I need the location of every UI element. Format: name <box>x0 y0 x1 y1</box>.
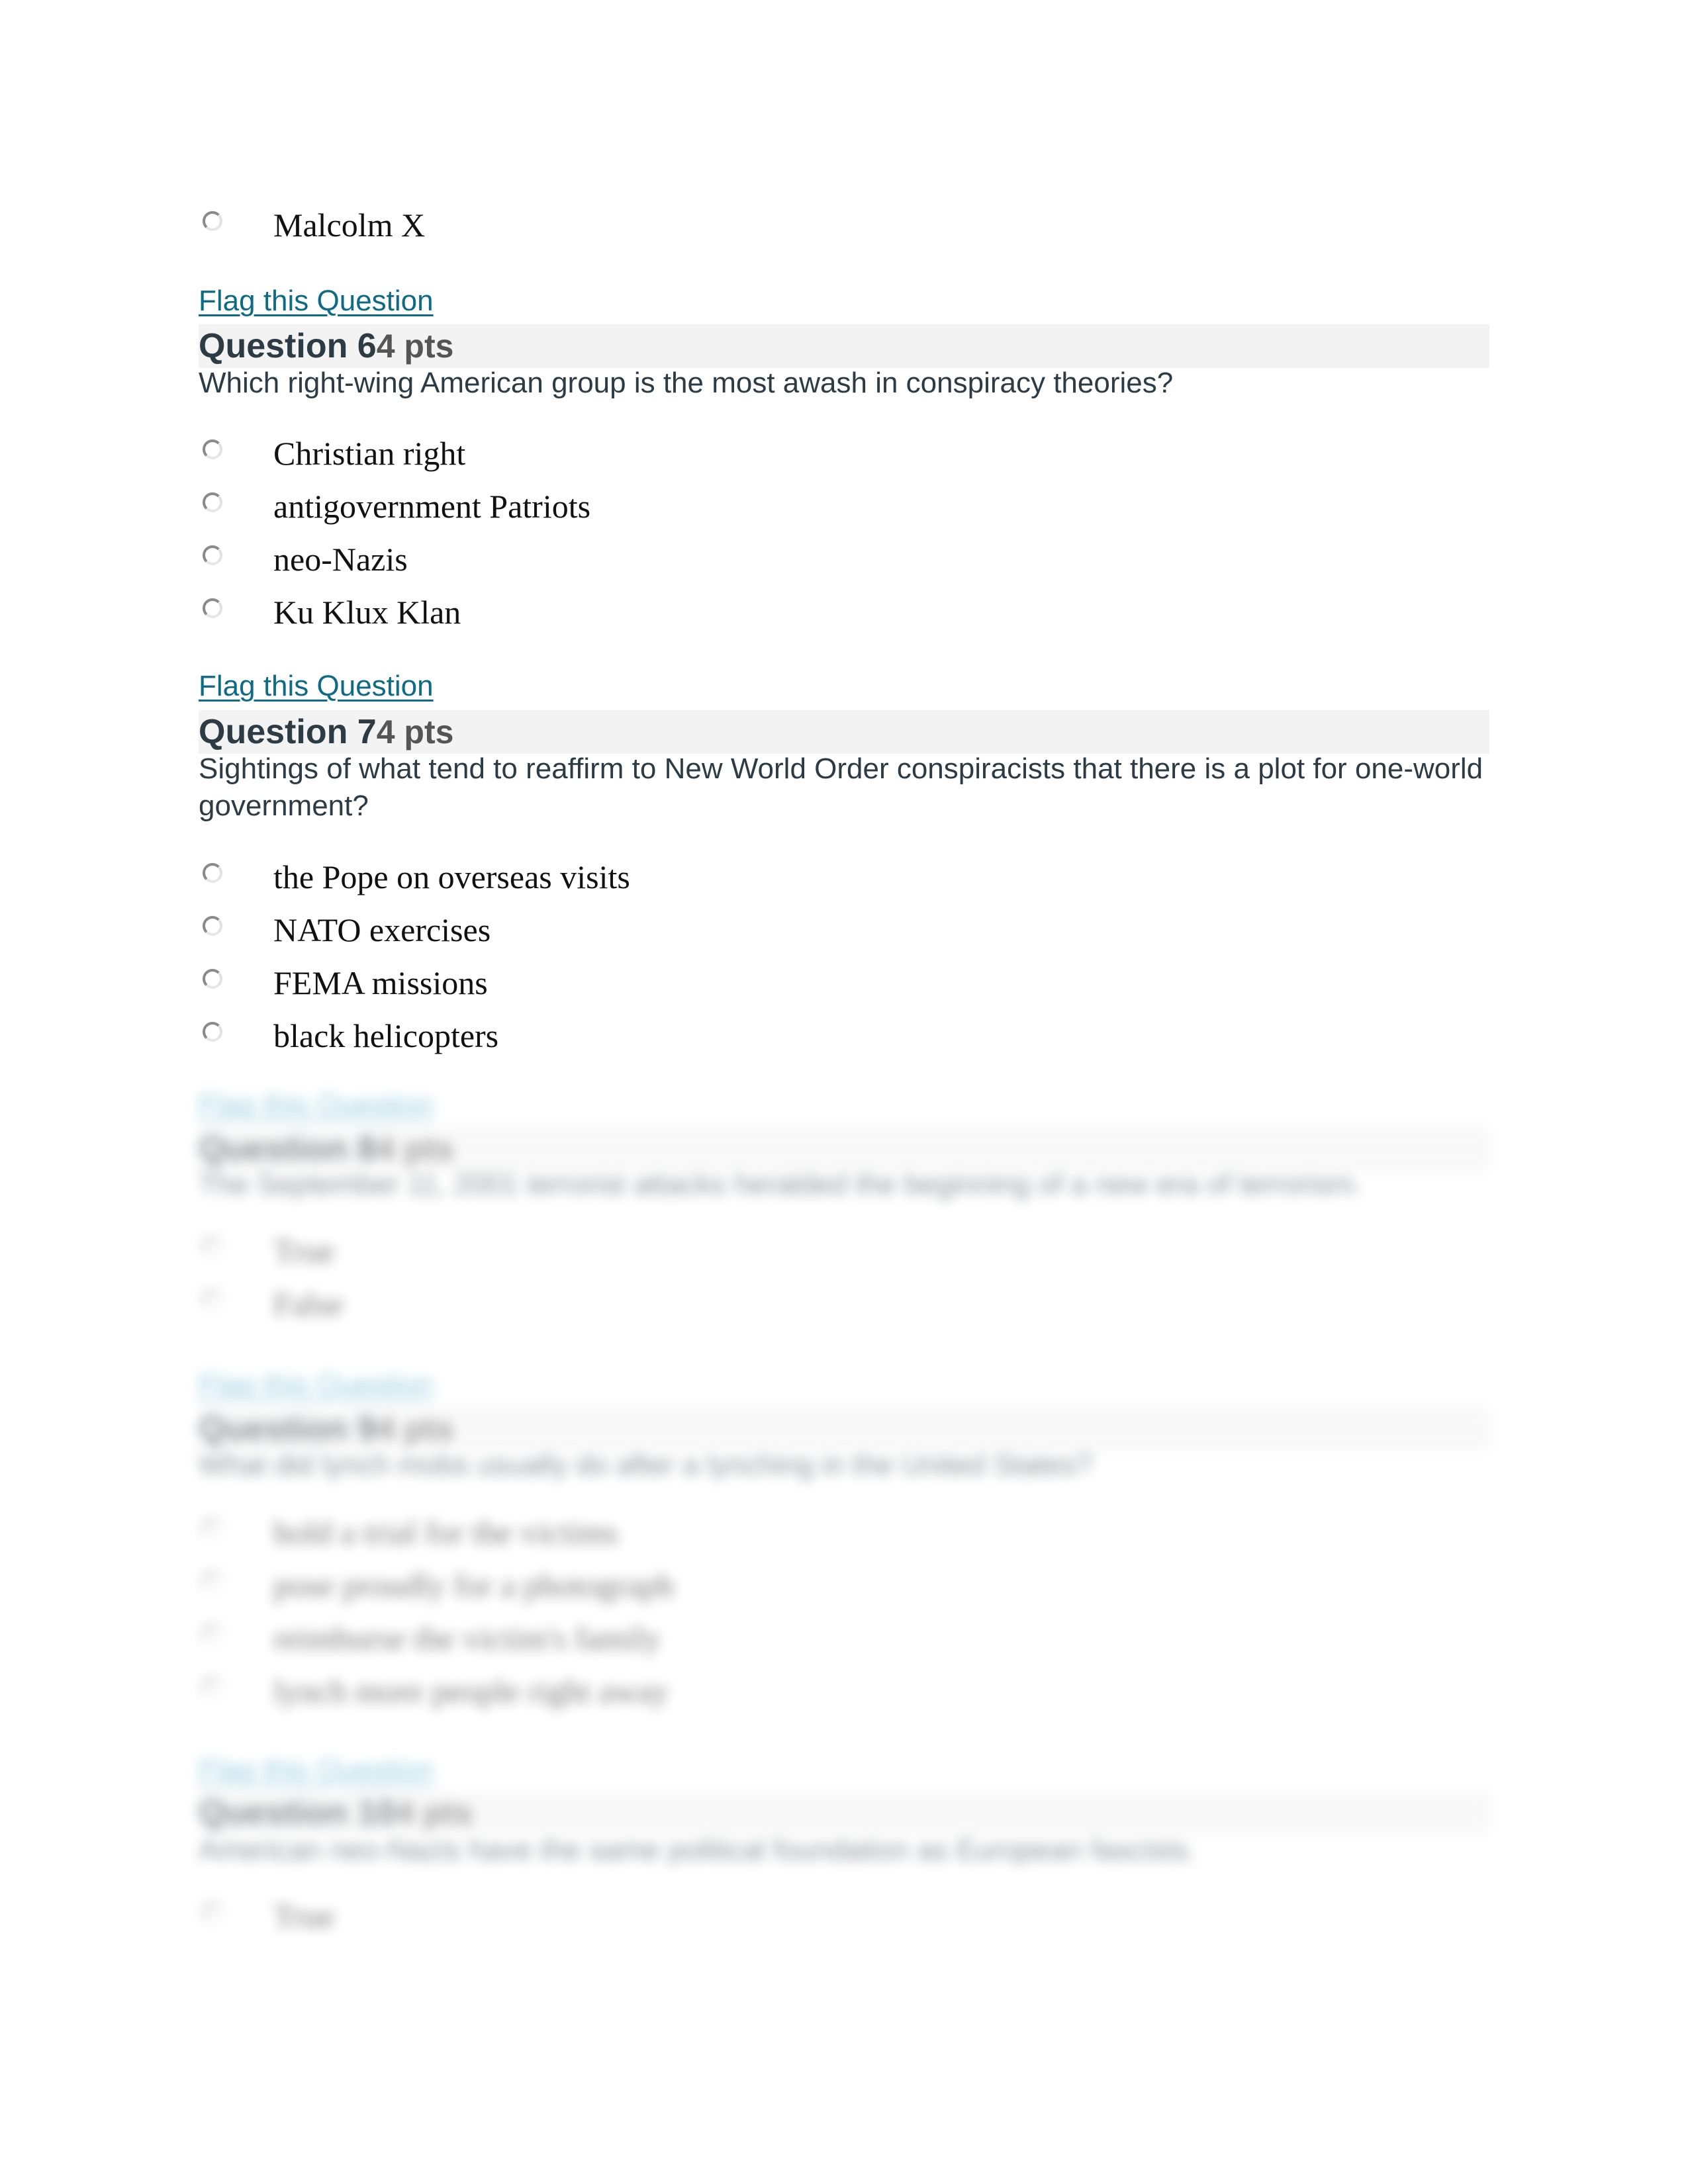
answer-option-label: NATO exercises <box>273 911 491 948</box>
answer-option[interactable]: Christian right <box>199 430 465 477</box>
radio-button-icon[interactable] <box>203 439 222 459</box>
radio-button-icon[interactable] <box>203 545 222 565</box>
answer-option-label: False <box>273 1285 344 1322</box>
answer-option-label: neo-Nazis <box>273 541 408 578</box>
answer-option[interactable]: antigovernment Patriots <box>199 483 590 529</box>
radio-button-icon[interactable] <box>203 1518 222 1538</box>
answer-option-label: pose proudly for a photograph <box>273 1567 675 1604</box>
question-title: Question 8 <box>199 1130 377 1168</box>
radio-button-icon[interactable] <box>203 1237 222 1257</box>
answer-option[interactable]: Ku Klux Klan <box>199 589 461 635</box>
flag-question-link[interactable]: Flag this Question <box>199 1089 434 1122</box>
radio-button-icon[interactable] <box>203 863 222 883</box>
answer-option-label: lynch more people right away <box>273 1672 669 1709</box>
question-text: American neo-Nazis have the same politic… <box>199 1834 1196 1866</box>
answer-option-label: Malcolm X <box>273 206 426 244</box>
answer-option[interactable]: pose proudly for a photograph <box>199 1562 674 1608</box>
question-text: Sightings of what tend to reaffirm to Ne… <box>199 752 1483 822</box>
flag-question-link[interactable]: Flag this Question <box>199 1754 434 1787</box>
radio-button-icon[interactable] <box>203 1571 222 1591</box>
answer-option-label: reimburse the victim's family <box>273 1619 661 1657</box>
radio-button-icon[interactable] <box>203 1290 222 1310</box>
question-header: Question 74 pts <box>199 710 1489 754</box>
answer-option-label: Christian right <box>273 435 466 472</box>
question-text: Which right-wing American group is the m… <box>199 367 1174 399</box>
answer-option[interactable]: reimburse the victim's family <box>199 1615 661 1661</box>
answer-option[interactable]: False <box>199 1281 344 1327</box>
question-points: 4 pts <box>376 328 454 365</box>
answer-option[interactable]: hold a trial for the victims <box>199 1509 618 1555</box>
radio-button-icon[interactable] <box>203 1624 222 1644</box>
question-header: Question 104 pts <box>199 1791 1489 1835</box>
answer-option[interactable]: True <box>199 1228 335 1274</box>
radio-button-icon[interactable] <box>203 598 222 618</box>
answer-option[interactable]: lynch more people right away <box>199 1668 669 1714</box>
answer-option[interactable]: black helicopters <box>199 1013 498 1059</box>
question-points: 4 pts <box>376 1410 454 1447</box>
question-points: 4 pts <box>395 1794 473 1831</box>
question-title: Question 9 <box>199 1410 377 1448</box>
radio-button-icon[interactable] <box>203 1902 222 1922</box>
answer-option[interactable]: FEMA missions <box>199 960 488 1006</box>
radio-button-icon[interactable] <box>203 969 222 989</box>
answer-option[interactable]: Malcolm X <box>199 202 425 248</box>
answer-option-label: hold a trial for the victims <box>273 1514 618 1551</box>
answer-option[interactable]: the Pope on overseas visits <box>199 854 630 900</box>
answer-option-label: the Pope on overseas visits <box>273 858 630 895</box>
question-points: 4 pts <box>376 1130 454 1167</box>
radio-button-icon[interactable] <box>203 492 222 512</box>
question-points: 4 pts <box>376 713 454 751</box>
answer-option[interactable]: NATO exercises <box>199 907 491 953</box>
question-header: Question 84 pts <box>199 1127 1489 1171</box>
radio-button-icon[interactable] <box>203 916 222 936</box>
quiz-page: Malcolm X Flag this Question Question 64… <box>0 0 1688 2184</box>
radio-button-icon[interactable] <box>203 1022 222 1042</box>
radio-button-icon[interactable] <box>203 211 222 231</box>
radio-button-icon[interactable] <box>203 1677 222 1697</box>
flag-question-link[interactable]: Flag this Question <box>199 1369 434 1402</box>
answer-option-label: black helicopters <box>273 1017 499 1054</box>
answer-option-label: FEMA missions <box>273 964 488 1001</box>
answer-option-label: antigovernment Patriots <box>273 488 591 525</box>
question-text: The September 11, 2001 terrorist attacks… <box>199 1168 1362 1201</box>
question-title: Question 6 <box>199 327 377 365</box>
question-text: What did lynch mobs usually do after a l… <box>199 1449 1093 1481</box>
answer-option[interactable]: neo-Nazis <box>199 536 408 582</box>
flag-question-link[interactable]: Flag this Question <box>199 670 434 703</box>
question-header: Question 94 pts <box>199 1407 1489 1451</box>
answer-option-label: True <box>273 1232 335 1269</box>
question-title: Question 10 <box>199 1794 396 1832</box>
question-title: Question 7 <box>199 713 377 751</box>
answer-option[interactable]: True <box>199 1893 335 1939</box>
question-header: Question 64 pts <box>199 324 1489 368</box>
flag-question-link[interactable]: Flag this Question <box>199 285 434 318</box>
answer-option-label: Ku Klux Klan <box>273 594 461 631</box>
answer-option-label: True <box>273 1897 335 1934</box>
